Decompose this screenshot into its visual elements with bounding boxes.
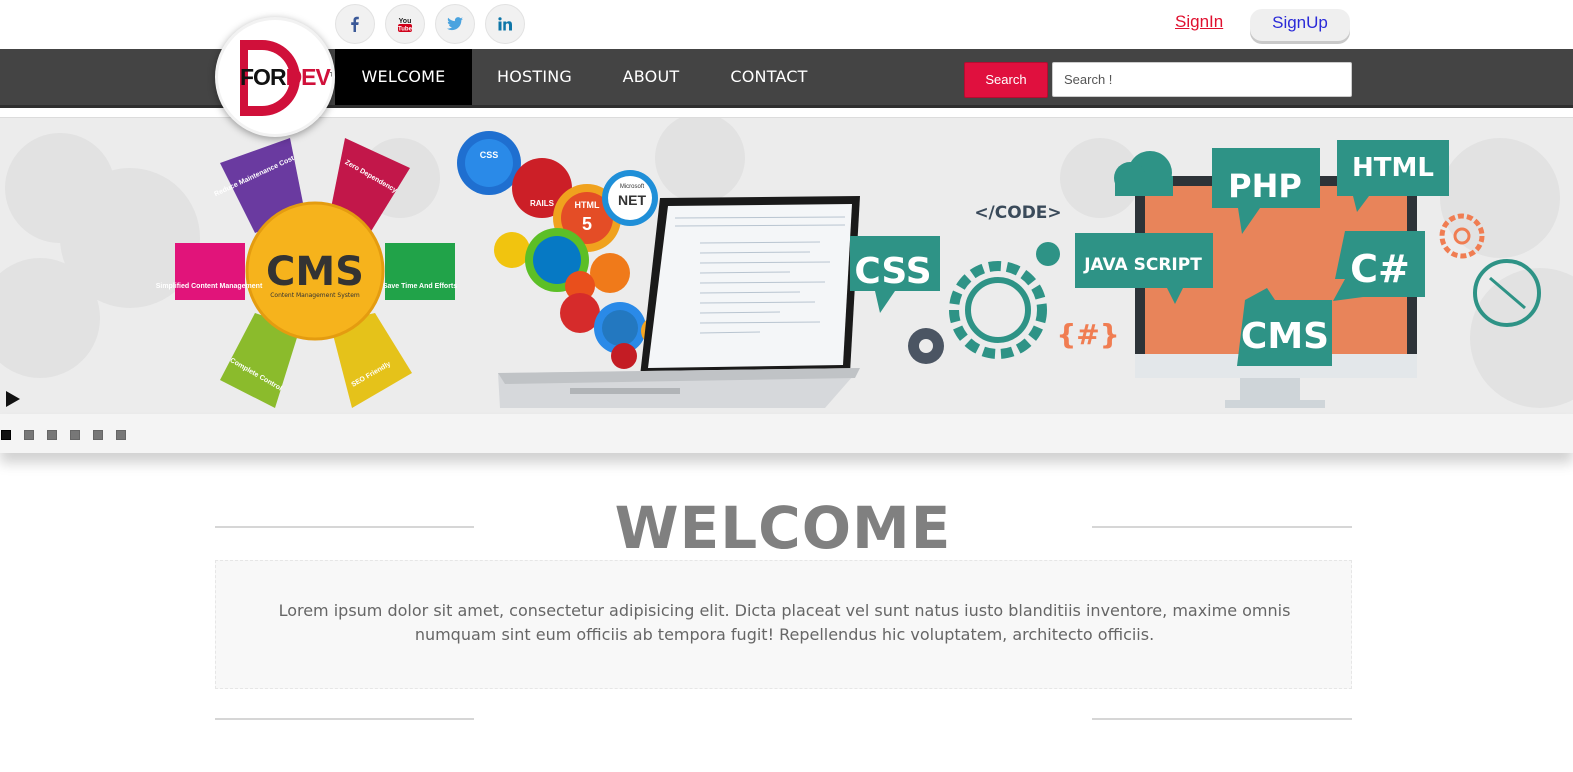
bubble-javascript: JAVA SCRIPT <box>1083 255 1202 275</box>
slider-dot-3[interactable] <box>47 430 57 440</box>
cms-petal-simplified: Simplified Content Management <box>156 283 263 290</box>
footer-divider-left <box>215 718 474 720</box>
svg-text:You: You <box>399 18 412 25</box>
badge-html: HTML <box>575 200 600 210</box>
badge-html5-glyph: 5 <box>582 214 592 234</box>
welcome-divider-left <box>215 526 474 528</box>
bubble-html: HTML <box>1352 153 1434 183</box>
slider-dot-2[interactable] <box>24 430 34 440</box>
footer-divider-right <box>1092 718 1352 720</box>
hash-label: {#} <box>1056 318 1119 351</box>
nav-item-contact[interactable]: CONTACT <box>705 49 833 105</box>
cms-center-sublabel: Content Management System <box>270 292 360 299</box>
slider-dot-4[interactable] <box>70 430 80 440</box>
nav-item-hosting[interactable]: HOSTING <box>472 49 597 105</box>
twitter-link[interactable] <box>435 4 475 44</box>
signup-button[interactable]: SignUp <box>1250 9 1350 41</box>
logo-wordmark: FORDEVTM <box>240 64 333 91</box>
hero-slide-image: CMS Content Management System Reduce Mai… <box>0 118 1573 408</box>
site-logo[interactable]: FORDEVTM <box>215 17 335 137</box>
facebook-icon <box>351 16 359 32</box>
code-label: </CODE> <box>974 203 1061 223</box>
slider-dot-5[interactable] <box>93 430 103 440</box>
page: You Tube SignIn SignUp WELCOME HOSTING A… <box>0 0 1573 772</box>
search-input[interactable]: Search ! <box>1052 62 1352 97</box>
bubble-cms: CMS <box>1241 316 1329 357</box>
logo-text-dev: DEV <box>285 64 331 90</box>
slider-pagination <box>0 414 1573 453</box>
cms-petal-save: Save Time And Efforts <box>383 283 457 290</box>
welcome-divider-right <box>1092 526 1352 528</box>
nav-item-about[interactable]: ABOUT <box>597 49 705 105</box>
facebook-link[interactable] <box>335 4 375 44</box>
cms-center-label: CMS <box>266 249 364 295</box>
welcome-title: WELCOME <box>614 494 952 562</box>
slider-play-icon[interactable] <box>6 391 20 407</box>
slider-dot-1[interactable] <box>1 430 11 440</box>
bubble-csharp: C# <box>1350 247 1410 291</box>
welcome-text: Lorem ipsum dolor sit amet, consectetur … <box>278 601 1291 644</box>
bubble-php: PHP <box>1228 167 1302 205</box>
logo-text-for: FOR <box>240 64 287 90</box>
twitter-icon <box>447 17 463 31</box>
svg-text:Tube: Tube <box>398 27 413 33</box>
signin-link[interactable]: SignIn <box>1175 12 1223 32</box>
badge-css: CSS <box>480 150 499 160</box>
badge-net: NET <box>618 192 646 208</box>
badge-microsoft: Microsoft <box>620 184 645 190</box>
linkedin-link[interactable] <box>485 4 525 44</box>
youtube-link[interactable]: You Tube <box>385 4 425 44</box>
laptop-illustration <box>498 196 860 408</box>
logo-trademark: TM <box>329 72 333 79</box>
hero-slider: CMS Content Management System Reduce Mai… <box>0 117 1573 414</box>
linkedin-icon <box>498 17 512 31</box>
youtube-icon: You Tube <box>398 18 413 33</box>
search-button[interactable]: Search <box>964 62 1048 98</box>
welcome-box: Lorem ipsum dolor sit amet, consectetur … <box>215 560 1352 689</box>
badge-rails: RAILS <box>530 199 555 208</box>
bubble-css: CSS <box>854 251 931 292</box>
slider-dot-6[interactable] <box>116 430 126 440</box>
nav-item-welcome[interactable]: WELCOME <box>335 49 472 105</box>
